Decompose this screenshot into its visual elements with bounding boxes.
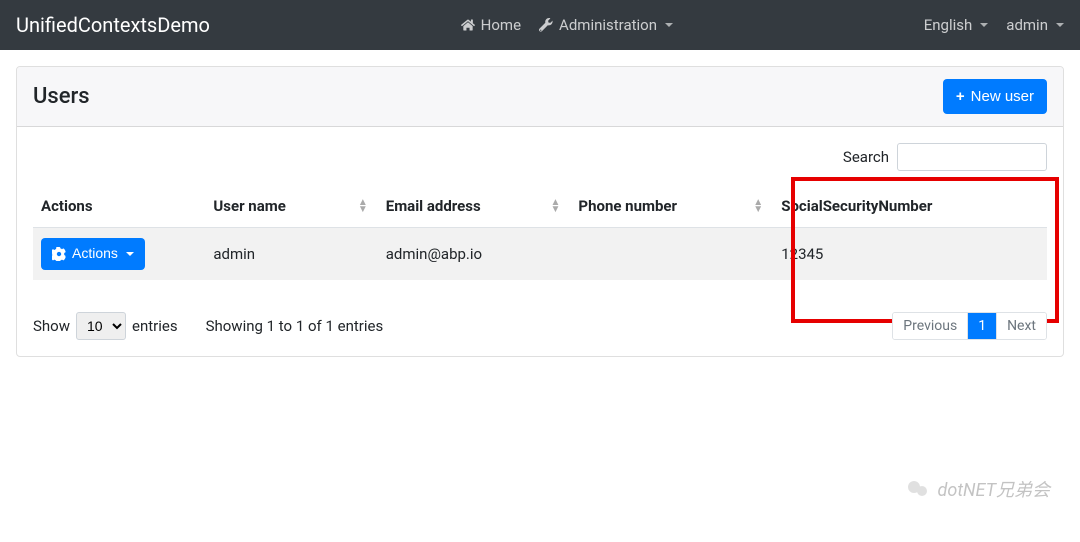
watermark-text: dotNET兄弟会 bbox=[938, 476, 1050, 502]
row-actions-label: Actions bbox=[72, 244, 118, 264]
table-row: Actions admin admin@abp.io 12345 bbox=[33, 228, 1047, 280]
col-actions: Actions bbox=[33, 185, 205, 228]
plus-icon: + bbox=[956, 86, 965, 107]
nav-language[interactable]: English bbox=[924, 16, 989, 34]
length-select[interactable]: 10 bbox=[76, 312, 126, 340]
nav-language-label: English bbox=[924, 16, 973, 34]
length-control: Show 10 entries bbox=[33, 312, 178, 340]
entries-label: entries bbox=[132, 317, 178, 335]
col-username-label: User name bbox=[213, 197, 285, 215]
users-table: Actions User name ▲▼ Email address ▲▼ Phon… bbox=[33, 185, 1047, 280]
pagination: Previous 1 Next bbox=[892, 312, 1047, 340]
page-prev[interactable]: Previous bbox=[893, 313, 967, 339]
col-username[interactable]: User name ▲▼ bbox=[205, 185, 377, 228]
row-actions-button[interactable]: Actions bbox=[41, 238, 145, 270]
nav-user[interactable]: admin bbox=[1006, 16, 1064, 34]
chevron-down-icon bbox=[980, 23, 988, 27]
col-phone-label: Phone number bbox=[578, 197, 677, 215]
page-1[interactable]: 1 bbox=[967, 313, 996, 339]
gear-icon bbox=[52, 247, 66, 261]
table-info: Showing 1 to 1 of 1 entries bbox=[206, 317, 384, 335]
page-title: Users bbox=[33, 84, 90, 109]
home-icon bbox=[461, 18, 475, 32]
users-card: Users + New user Search bbox=[16, 66, 1064, 357]
card-body: Search Actions User name ▲▼ bbox=[17, 127, 1063, 296]
navbar-right: English admin bbox=[924, 16, 1064, 34]
sort-icon: ▲▼ bbox=[551, 199, 561, 213]
nav-administration[interactable]: Administration bbox=[539, 16, 673, 34]
show-label: Show bbox=[33, 317, 70, 335]
cell-phone bbox=[570, 228, 773, 280]
search-controls: Search bbox=[33, 143, 1047, 171]
brand[interactable]: UnifiedContextsDemo bbox=[16, 13, 210, 37]
col-ssn[interactable]: SocialSecurityNumber bbox=[773, 185, 1047, 228]
page-next[interactable]: Next bbox=[996, 313, 1046, 339]
wrench-icon bbox=[539, 18, 553, 32]
search-input[interactable] bbox=[897, 143, 1047, 171]
new-user-button-label: New user bbox=[971, 86, 1034, 107]
sort-icon: ▲▼ bbox=[358, 199, 368, 213]
nav-administration-label: Administration bbox=[559, 16, 657, 34]
chevron-down-icon bbox=[126, 252, 134, 256]
navbar: UnifiedContextsDemo Home Administration … bbox=[0, 0, 1080, 50]
cell-username: admin bbox=[205, 228, 377, 280]
cell-ssn: 12345 bbox=[773, 228, 1047, 280]
sort-icon: ▲▼ bbox=[753, 199, 763, 213]
table-header-row: Actions User name ▲▼ Email address ▲▼ Phon… bbox=[33, 185, 1047, 228]
table-wrap: Actions User name ▲▼ Email address ▲▼ Phon… bbox=[33, 185, 1047, 280]
nav-home-label: Home bbox=[481, 16, 521, 34]
wechat-icon bbox=[906, 477, 930, 501]
cell-email: admin@abp.io bbox=[378, 228, 571, 280]
col-phone[interactable]: Phone number ▲▼ bbox=[570, 185, 773, 228]
table-footer: Show 10 entries Showing 1 to 1 of 1 entr… bbox=[17, 296, 1063, 356]
col-email-label: Email address bbox=[386, 197, 481, 215]
col-email[interactable]: Email address ▲▼ bbox=[378, 185, 571, 228]
chevron-down-icon bbox=[665, 23, 673, 27]
nav-user-label: admin bbox=[1006, 16, 1048, 34]
card-header: Users + New user bbox=[17, 67, 1063, 127]
navbar-center: Home Administration bbox=[210, 16, 924, 34]
chevron-down-icon bbox=[1056, 23, 1064, 27]
search-label: Search bbox=[843, 148, 889, 166]
watermark: dotNET兄弟会 bbox=[906, 476, 1050, 502]
content-container: Users + New user Search bbox=[0, 50, 1080, 373]
nav-home[interactable]: Home bbox=[461, 16, 521, 34]
new-user-button[interactable]: + New user bbox=[943, 79, 1047, 114]
